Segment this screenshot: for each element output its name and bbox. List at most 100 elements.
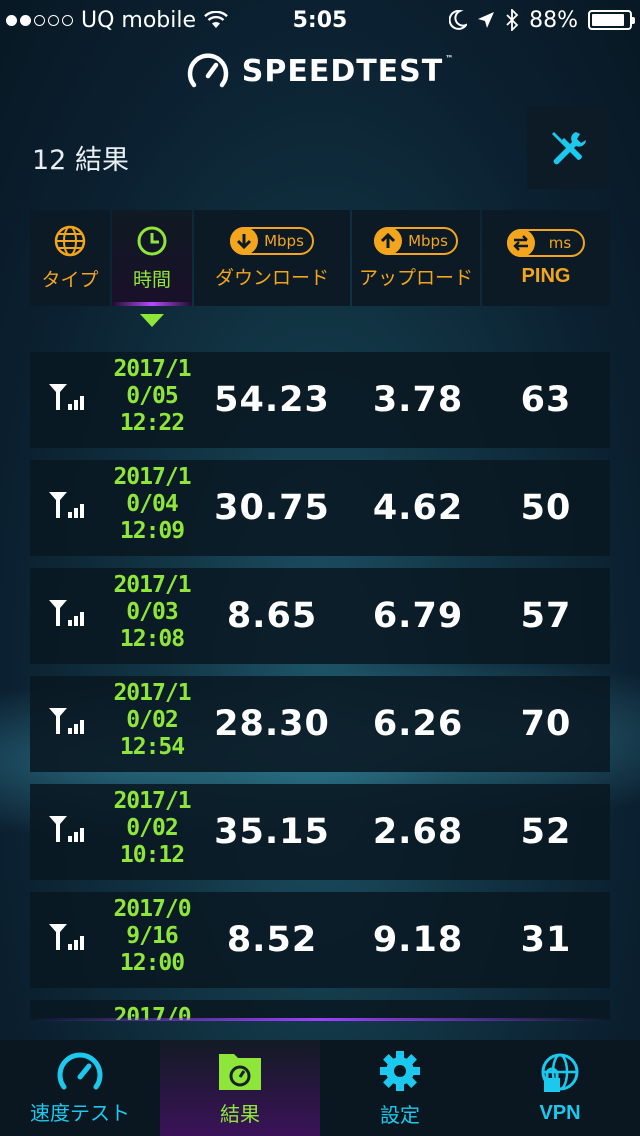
moon-icon [449,10,468,30]
cellular-signal-icon [48,382,88,416]
cellular-signal-icon [48,922,88,956]
tab-settings[interactable]: 設定 [320,1040,480,1136]
result-date: 2017/1 0/03 12:08 [102,572,202,653]
results-header: タイプ 時間 Mbps ダウンロード Mbps アップロード ms PING [30,210,610,306]
result-date: 2017/1 0/02 10:12 [102,788,202,869]
sort-by-type[interactable]: タイプ [30,210,110,306]
vpn-globe-lock-icon [541,1053,579,1092]
result-date: 2017/1 0/02 12:54 [102,680,202,761]
trademark: ™ [445,53,455,63]
result-date-line: 0/05 [126,383,178,409]
result-row[interactable]: 2017/0 9/16 12:00 8.52 9.18 31 [30,892,610,988]
ping-arrows-icon [513,234,528,251]
results-folder-icon [219,1053,261,1090]
result-time: 12:09 [119,518,185,544]
ping-label: PING [521,264,571,287]
download-value: 54.23 [214,380,330,420]
gear-icon [380,1050,420,1091]
upload-value: 6.79 [372,596,464,636]
result-date: 2017/1 0/04 12:09 [102,464,202,545]
result-date-line: 0/02 [126,815,178,841]
ping-value: 52 [520,812,572,852]
result-date: 2017/1 0/05 12:22 [102,356,202,437]
tab-label: 結果 [220,1101,260,1126]
cellular-signal-icon [48,598,88,632]
download-value: 35.15 [214,812,330,852]
upload-value: 3.78 [372,380,464,420]
result-row[interactable]: 2017/1 0/05 12:22 54.23 3.78 63 [30,352,610,448]
ping-value: 57 [520,596,572,636]
logo-text: SPEEDTEST [241,53,444,89]
sort-by-time[interactable]: 時間 [112,210,192,306]
upload-value: 6.26 [372,704,464,744]
result-date-line: 0/02 [126,707,178,733]
download-unit: Mbps [264,231,304,250]
download-value: 8.65 [226,596,318,636]
clock-icon [137,226,167,255]
download-arrow-icon [237,233,252,249]
result-date-line: 2017/1 [113,572,191,598]
speedometer-logo-icon [187,53,228,88]
tab-speed-test[interactable]: 速度テスト [0,1040,160,1136]
list-bottom-highlight [30,1018,610,1021]
speedometer-icon [57,1052,103,1089]
ping-value: 63 [520,380,572,420]
cellular-signal-icon [48,490,88,524]
result-time: 12:22 [119,410,185,436]
download-value: 8.52 [226,920,318,960]
wrench-screwdriver-icon [552,132,586,165]
tab-label: VPN [539,1101,581,1124]
sort-by-upload[interactable]: Mbps アップロード [352,210,480,306]
sort-direction-arrow [140,314,164,327]
speedtest-logo: SPEEDTEST ™ [0,52,640,90]
download-label: ダウンロード [214,266,329,289]
ping-value: 70 [520,704,572,744]
result-row[interactable]: 2017/1 0/02 12:54 28.30 6.26 70 [30,676,610,772]
tab-bar: 速度テスト 結果 設定 VPN [0,1040,640,1136]
upload-label: アップロード [358,266,473,289]
battery-percent: 88% [529,7,578,33]
result-time: 12:54 [119,734,185,760]
results-list: 2017/1 0/05 12:22 54.23 3.78 63 2017/1 0/04 12:0… [30,352,610,1000]
ping-value: 50 [520,488,572,528]
result-date-line: 0/04 [126,491,178,517]
sort-by-download[interactable]: Mbps ダウンロード [194,210,350,306]
battery-icon [588,10,635,30]
results-count: 12 結果 [32,145,129,176]
upload-value: 2.68 [372,812,464,852]
result-row[interactable]: 2017/1 0/03 12:08 8.65 6.79 57 [30,568,610,664]
tab-vpn[interactable]: VPN [480,1040,640,1136]
ping-unit-pill: ms [506,228,586,257]
download-value: 30.75 [214,488,330,528]
tab-results[interactable]: 結果 [160,1040,320,1136]
upload-value: 4.62 [372,488,464,528]
bluetooth-icon [506,9,519,31]
result-time: 10:12 [119,842,185,868]
result-time: 12:00 [119,950,185,976]
result-date-line: 2017/1 [113,788,191,814]
battery-fill [592,14,624,26]
time-label: 時間 [132,268,171,291]
tools-button[interactable] [527,107,609,189]
result-date-line: 2017/1 [113,356,191,382]
type-label: タイプ [41,268,99,291]
result-date-line: 2017/1 [113,680,191,706]
result-date-line: 2017/0 [113,896,191,922]
result-row[interactable]: 2017/1 0/04 12:09 30.75 4.62 50 [30,460,610,556]
location-arrow-icon [478,12,495,28]
result-date-line: 2017/1 [113,464,191,490]
ping-value: 31 [520,920,572,960]
result-date: 2017/0 9/16 12:00 [102,896,202,977]
tab-label: 速度テスト [30,1100,130,1125]
cellular-signal-icon [48,706,88,740]
upload-value: 9.18 [372,920,464,960]
upload-unit: Mbps [408,231,448,250]
download-unit-pill: Mbps [230,226,314,255]
partial-result-row[interactable]: 2017/0 [30,1000,610,1020]
upload-arrow-icon [381,232,396,248]
cellular-signal-icon [48,814,88,848]
result-row[interactable]: 2017/1 0/02 10:12 35.15 2.68 52 [30,784,610,880]
globe-icon [54,225,86,256]
result-date-line: 0/03 [126,599,178,625]
sort-by-ping[interactable]: ms PING [482,210,610,306]
